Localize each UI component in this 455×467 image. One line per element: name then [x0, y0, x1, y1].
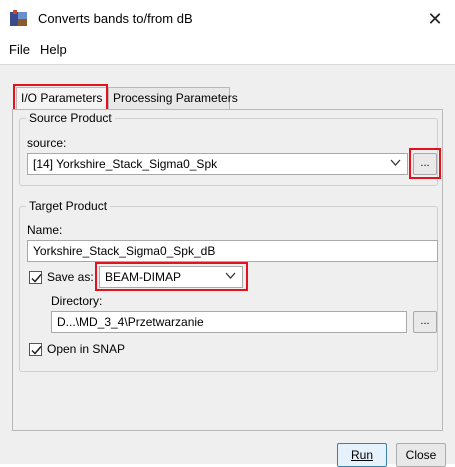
name-label: Name: [27, 223, 63, 237]
tab-processing-parameters-label: Processing Parameters [113, 91, 238, 105]
chevron-down-icon [225, 269, 236, 286]
target-name-field[interactable]: Yorkshire_Stack_Sigma0_Spk_dB [27, 240, 438, 262]
save-format-value: BEAM-DIMAP [105, 270, 182, 284]
open-in-snap-checkbox[interactable] [29, 343, 42, 356]
title-bar: Converts bands to/from dB ✕ [0, 0, 455, 38]
save-as-checkbox[interactable] [29, 271, 42, 284]
menu-bar: File Help [0, 38, 455, 64]
dialog-content: I/O Parameters Processing Parameters Sou… [0, 64, 455, 467]
directory-field[interactable]: D...\MD_3_4\Przetwarzanie [51, 311, 407, 333]
tab-io-parameters[interactable]: I/O Parameters [16, 87, 107, 109]
menu-file[interactable]: File [9, 42, 30, 57]
save-format-combo[interactable]: BEAM-DIMAP [99, 266, 243, 288]
window-title: Converts bands to/from dB [38, 11, 193, 26]
save-as-label: Save as: [47, 270, 94, 284]
open-in-snap-label: Open in SNAP [47, 342, 126, 356]
checkmark-icon [31, 346, 42, 355]
run-button[interactable]: Run [337, 443, 387, 467]
source-product-legend: Source Product [26, 111, 115, 125]
menu-help[interactable]: Help [40, 42, 67, 57]
source-label: source: [27, 136, 67, 150]
source-product-group [19, 118, 438, 186]
tab-io-parameters-label: I/O Parameters [21, 91, 103, 105]
window-close-button[interactable]: ✕ [420, 6, 450, 32]
directory-browse-button[interactable]: ... [413, 311, 437, 333]
target-product-legend: Target Product [26, 199, 111, 213]
checkmark-icon [31, 274, 42, 283]
run-button-label: Run [350, 448, 373, 462]
source-browse-button[interactable]: ... [413, 153, 437, 175]
source-product-value: [14] Yorkshire_Stack_Sigma0_Spk [33, 157, 218, 171]
directory-label: Directory: [51, 294, 103, 308]
tab-processing-parameters[interactable]: Processing Parameters [108, 87, 238, 109]
snap-app-icon [9, 9, 29, 29]
chevron-down-icon [390, 156, 401, 173]
source-product-combo[interactable]: [14] Yorkshire_Stack_Sigma0_Spk [27, 153, 408, 175]
close-button[interactable]: Close [396, 443, 446, 467]
io-parameters-panel: Source Product source: [14] Yorkshire_St… [12, 109, 443, 431]
